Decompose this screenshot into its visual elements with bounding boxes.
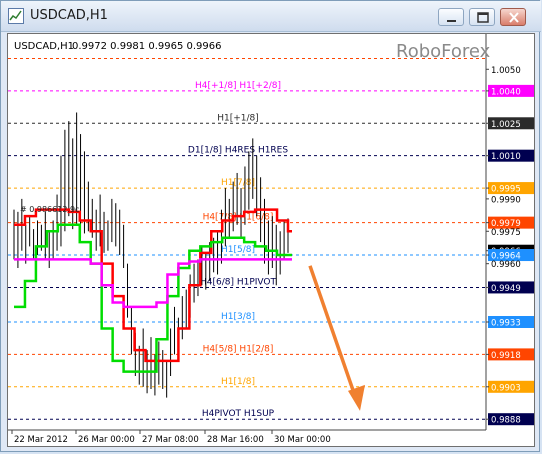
price-tick-label: 0.9960 <box>491 260 521 270</box>
price-chart[interactable]: H4[+1/8] H1[+2/8] H1[+1/8] D1[1/8] H4RES H… <box>8 34 534 446</box>
close-button[interactable] <box>500 8 526 26</box>
price-tick-label: 0.9933 <box>491 319 521 329</box>
level-label: H1[5/8] <box>221 245 255 255</box>
time-tick-label: 22 Mar 2012 <box>14 435 68 445</box>
price-tick-label: 1.0050 <box>491 66 521 76</box>
time-tick-label: 26 Mar 00:00 <box>78 435 135 445</box>
overlay-label: # 0.986612.9c <box>20 205 79 214</box>
price-tick-label: 0.9975 <box>491 228 521 238</box>
price-tick-label: 0.9990 <box>491 195 521 205</box>
chart-ohlc: 0.9972 0.9981 0.9965 0.9966 <box>72 41 222 52</box>
level-label: H1[1/8] <box>221 377 255 387</box>
price-tick-label: 0.9949 <box>491 284 521 294</box>
level-label: H1[7/8] <box>221 178 255 188</box>
price-tick-label: 1.0010 <box>491 152 521 162</box>
watermark: RoboForex <box>396 41 491 62</box>
chart-window: USDCAD,H1 H4[+1/8] H1[+2/8] H1[+1/8] D1[1/… <box>0 0 541 452</box>
level-label: D1[1/8] H4RES H1RES <box>188 146 288 156</box>
minimize-button[interactable] <box>438 8 464 26</box>
price-tick-label: 0.9918 <box>491 351 521 361</box>
level-label: H4[6/8] H1PIVOT <box>200 277 277 287</box>
chart-symbol: USDCAD,H1 <box>14 41 74 52</box>
price-tick-label: 0.9903 <box>491 383 521 393</box>
price-tick-label: 1.0040 <box>491 87 521 97</box>
price-tick-label: 0.9995 <box>491 185 521 195</box>
maximize-icon <box>477 12 489 23</box>
price-tick-label: 1.0025 <box>491 120 521 130</box>
time-tick-label: 28 Mar 16:00 <box>207 435 264 445</box>
time-tick-label: 30 Mar 00:00 <box>274 435 331 445</box>
window-titlebar[interactable]: USDCAD,H1 <box>1 1 541 32</box>
level-label: H1[3/8] <box>221 312 255 322</box>
level-label: H4PIVOT H1SUP <box>202 409 275 419</box>
minimize-icon <box>447 20 456 22</box>
chart-app-icon <box>8 8 24 24</box>
window-title: USDCAD,H1 <box>30 8 108 23</box>
level-label: H4[+1/8] H1[+2/8] <box>195 81 281 91</box>
level-label: H1[+1/8] <box>217 113 259 123</box>
level-label: H4[7/8] H1[6/8] <box>203 213 274 223</box>
time-tick-label: 27 Mar 08:00 <box>142 435 199 445</box>
price-tick-label: 0.9888 <box>491 416 521 426</box>
maximize-button[interactable] <box>469 8 495 26</box>
chart-area[interactable]: H4[+1/8] H1[+2/8] H1[+1/8] D1[1/8] H4RES H… <box>7 33 535 447</box>
close-icon <box>509 12 519 23</box>
level-label: H4[5/8] H1[2/8] <box>203 344 274 354</box>
